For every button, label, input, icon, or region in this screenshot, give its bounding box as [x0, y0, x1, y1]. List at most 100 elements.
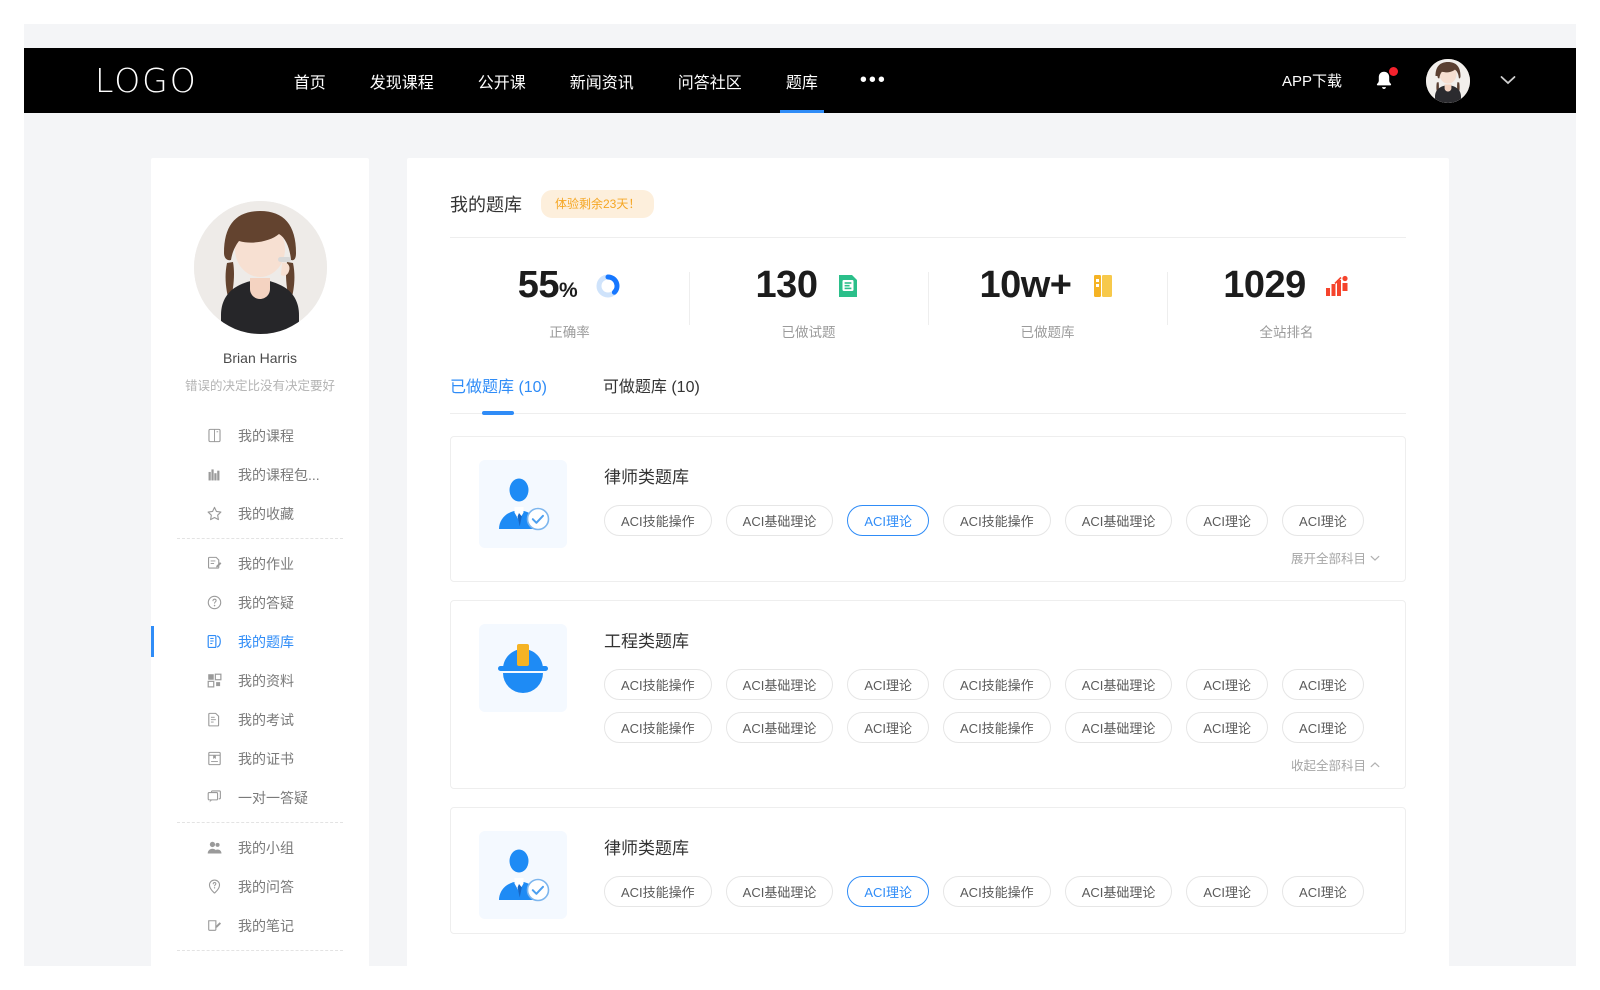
profile-motto: 错误的决定比没有决定要好 [185, 375, 335, 394]
question-bank-card[interactable]: 律师类题库 ACI技能操作ACI基础理论ACI理论ACI技能操作ACI基础理论A… [450, 436, 1406, 582]
sidebar-item-label: 我的收藏 [238, 504, 294, 524]
subject-tag[interactable]: ACI理论 [1186, 876, 1268, 907]
nav-item-1[interactable]: 发现课程 [348, 48, 456, 113]
sidebar-item-7[interactable]: 我的考试 [151, 700, 369, 739]
subject-tag[interactable]: ACI基础理论 [1065, 505, 1173, 536]
orange-book-icon [1090, 273, 1116, 299]
stats-row: 55% 正确率 130 已做试题 10w+ [450, 238, 1406, 355]
subject-tag[interactable]: ACI理论 [1186, 669, 1268, 700]
sidebar-item-4[interactable]: 我的答疑 [151, 583, 369, 622]
sidebar-item-0[interactable]: 我的课程 [151, 416, 369, 455]
files-icon [206, 672, 223, 689]
sidebar-item-13[interactable]: 我的积分 [151, 956, 369, 966]
user-avatar-icon [194, 201, 327, 334]
trial-status-badge: 体验剩余23天！ [541, 190, 654, 218]
sidebar-item-2[interactable]: 我的收藏 [151, 494, 369, 533]
question-bank-icon [206, 633, 223, 650]
nav-item-0[interactable]: 首页 [272, 48, 348, 113]
orange-book-icon [1091, 273, 1115, 299]
exam-icon [206, 711, 223, 728]
page-title: 我的题库 [450, 191, 522, 217]
red-rank-icon [1324, 273, 1350, 299]
subject-tag[interactable]: ACI技能操作 [943, 876, 1051, 907]
subject-tag[interactable]: ACI理论 [1282, 505, 1364, 536]
sidebar-item-5[interactable]: 我的题库 [151, 622, 369, 661]
toggle-subjects-label: 收起全部科目 [1291, 755, 1366, 774]
question-bank-card[interactable]: 律师类题库 ACI技能操作ACI基础理论ACI理论ACI技能操作ACI基础理论A… [450, 807, 1406, 934]
sidebar-item-11[interactable]: 我的问答 [151, 867, 369, 906]
toggle-subjects-link[interactable]: 收起全部科目 [1291, 755, 1380, 774]
subject-tag[interactable]: ACI理论 [847, 505, 929, 536]
exam-icon [206, 711, 223, 728]
subject-tag[interactable]: ACI理论 [1186, 505, 1268, 536]
sidebar-item-label: 我的作业 [238, 554, 294, 574]
nav-item-4[interactable]: 问答社区 [656, 48, 764, 113]
sidebar-item-1[interactable]: 我的课程包... [151, 455, 369, 494]
sidebar-item-3[interactable]: 我的作业 [151, 544, 369, 583]
profile-name: Brian Harris [223, 350, 297, 366]
subject-tag[interactable]: ACI理论 [1186, 712, 1268, 743]
subject-tag[interactable]: ACI理论 [847, 712, 929, 743]
subject-tag[interactable]: ACI技能操作 [943, 712, 1051, 743]
profile-block: Brian Harris 错误的决定比没有决定要好 [151, 158, 369, 394]
menu-divider [177, 822, 343, 823]
subject-tag[interactable]: ACI基础理论 [726, 876, 834, 907]
notification-bell-button[interactable] [1372, 68, 1396, 94]
subject-tag-row: ACI技能操作 ACI基础理论 ACI理论 ACI技能操作 ACI基础理论 ACI理论 AC… [604, 505, 1380, 536]
subject-tag[interactable]: ACI技能操作 [604, 669, 712, 700]
stat-value-row: 55% [518, 264, 621, 307]
donut-progress-icon [595, 273, 621, 299]
subject-tag[interactable]: ACI理论 [847, 876, 929, 907]
stat-0: 55% 正确率 [450, 264, 689, 341]
stat-value: 55% [518, 264, 577, 307]
subject-tag[interactable]: ACI基础理论 [1065, 669, 1173, 700]
subject-tag[interactable]: ACI基础理论 [726, 505, 834, 536]
account-menu-chevron[interactable] [1500, 73, 1516, 88]
sidebar-item-12[interactable]: 我的笔记 [151, 906, 369, 945]
avatar[interactable] [1426, 59, 1470, 103]
nav-item-5[interactable]: 题库 [764, 48, 840, 113]
profile-avatar[interactable] [194, 201, 327, 334]
app-download-link[interactable]: APP下载 [1282, 70, 1342, 91]
bank-body: 工程类题库 ACI技能操作ACI基础理论ACI理论ACI技能操作ACI基础理论A… [604, 624, 1380, 774]
qa-pin-icon [206, 878, 223, 895]
tab-1[interactable]: 可做题库 (10) [603, 373, 700, 413]
subject-tag[interactable]: ACI技能操作 [604, 712, 712, 743]
bank-body: 律师类题库 ACI技能操作ACI基础理论ACI理论ACI技能操作ACI基础理论A… [604, 831, 1380, 919]
subject-tag[interactable]: ACI技能操作 [604, 876, 712, 907]
sidebar-item-6[interactable]: 我的资料 [151, 661, 369, 700]
site-logo[interactable]: LOGO [95, 61, 198, 100]
subject-tag[interactable]: ACI理论 [1282, 876, 1364, 907]
subject-tag[interactable]: ACI理论 [847, 669, 929, 700]
subject-tag[interactable]: ACI基础理论 [726, 669, 834, 700]
toggle-subjects-link[interactable]: 展开全部科目 [1291, 548, 1380, 567]
subject-tag[interactable]: ACI基础理论 [726, 712, 834, 743]
bank-thumbnail [479, 624, 567, 712]
book-icon [206, 427, 223, 444]
sidebar-item-8[interactable]: 我的证书 [151, 739, 369, 778]
subject-tag[interactable]: ACI基础理论 [1065, 876, 1173, 907]
bank-title: 律师类题库 [604, 463, 1380, 488]
stat-number: 1029 [1223, 264, 1306, 306]
question-bank-card[interactable]: 工程类题库 ACI技能操作ACI基础理论ACI理论ACI技能操作ACI基础理论A… [450, 600, 1406, 789]
subject-tag[interactable]: ACI技能操作 [943, 505, 1051, 536]
left-sidebar: Brian Harris 错误的决定比没有决定要好 我的课程我的课程包... 我的… [151, 158, 369, 966]
subject-tags: ACI技能操作 ACI基础理论 ACI理论 ACI技能操作 ACI基础理论 ACI理论 AC… [604, 669, 1380, 743]
tab-0[interactable]: 已做题库 (10) [450, 373, 547, 413]
nav-item-3[interactable]: 新闻资讯 [548, 48, 656, 113]
content-area: Brian Harris 错误的决定比没有决定要好 我的课程我的课程包... 我的… [24, 113, 1576, 966]
notification-badge-dot [1389, 67, 1398, 76]
sidebar-item-9[interactable]: 一对一答疑 [151, 778, 369, 817]
nav-more-button[interactable]: ••• [840, 48, 907, 113]
stat-1: 130 已做试题 [689, 264, 928, 341]
subject-tag[interactable]: ACI技能操作 [943, 669, 1051, 700]
lawyer-avatar-icon [492, 844, 554, 906]
subject-tag[interactable]: ACI基础理论 [1065, 712, 1173, 743]
subject-tag[interactable]: ACI技能操作 [604, 505, 712, 536]
question-circle-icon [206, 594, 223, 611]
sidebar-item-10[interactable]: 我的小组 [151, 828, 369, 867]
tab-bar: 已做题库 (10) 可做题库 (10) [450, 373, 1406, 414]
subject-tag[interactable]: ACI理论 [1282, 669, 1364, 700]
subject-tag[interactable]: ACI理论 [1282, 712, 1364, 743]
nav-item-2[interactable]: 公开课 [456, 48, 548, 113]
